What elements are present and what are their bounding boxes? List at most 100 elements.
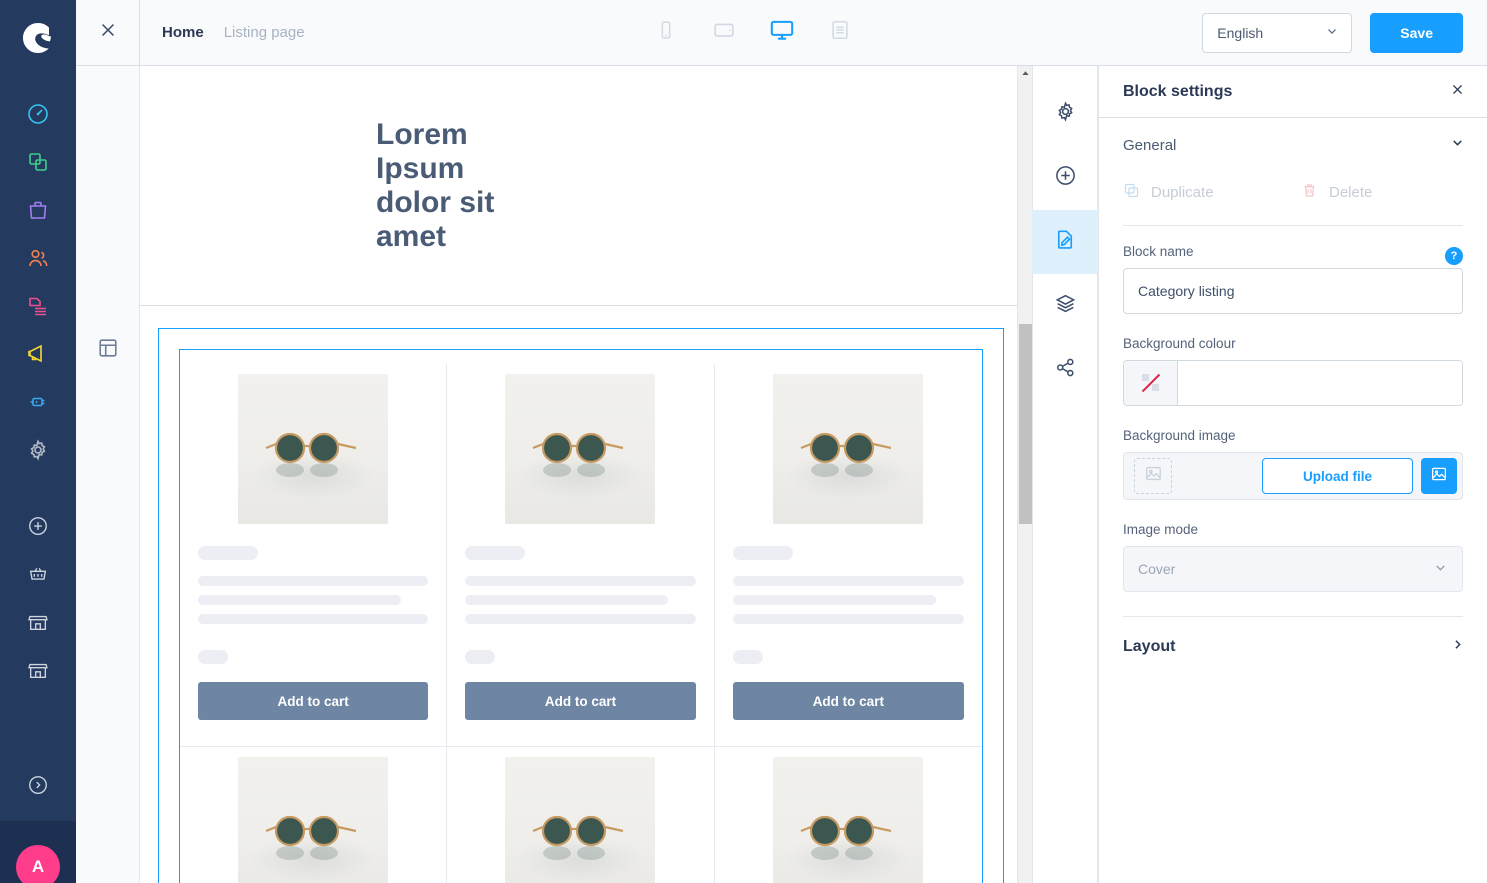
product-cell[interactable]: Add to cart bbox=[447, 747, 715, 883]
skeleton-price bbox=[732, 650, 763, 664]
chevron-down-icon[interactable] bbox=[1450, 135, 1465, 155]
image-mode-field: Image mode Cover bbox=[1123, 522, 1463, 592]
listing-section[interactable]: Add to cart Add to cart Add to cart bbox=[158, 328, 1004, 883]
block-name-label: Block name bbox=[1123, 244, 1194, 259]
close-icon[interactable] bbox=[1450, 82, 1465, 101]
category-listing-block[interactable]: Add to cart Add to cart Add to cart bbox=[179, 349, 983, 883]
save-button[interactable]: Save bbox=[1370, 12, 1463, 53]
image-placeholder bbox=[1134, 458, 1172, 494]
device-tablet-button[interactable] bbox=[706, 15, 742, 51]
help-icon[interactable]: ? bbox=[1445, 247, 1463, 265]
chevron-right-icon[interactable] bbox=[1450, 637, 1465, 657]
skeleton-price bbox=[465, 650, 496, 664]
rail-layers-button[interactable] bbox=[1032, 274, 1098, 338]
sidebar-item-catalogues[interactable] bbox=[0, 140, 76, 188]
sunglasses-image bbox=[238, 374, 389, 524]
sunglasses-image bbox=[505, 757, 656, 883]
layout-section-header[interactable]: Layout bbox=[1099, 617, 1487, 677]
upload-file-button[interactable]: Upload file bbox=[1261, 458, 1413, 494]
sidebar-item-storefront-1[interactable] bbox=[0, 600, 76, 648]
product-cell[interactable]: Add to cart bbox=[447, 364, 715, 746]
sidebar-item-customers[interactable] bbox=[0, 236, 76, 284]
product-card-5[interactable]: Add to cart bbox=[447, 747, 713, 883]
form-view-icon bbox=[829, 19, 851, 46]
page-canvas: Lorem Ipsum dolor sit amet Add to cart A… bbox=[140, 66, 1032, 883]
skeleton-line bbox=[732, 595, 937, 605]
dashboard-icon bbox=[26, 102, 50, 131]
scroll-up-button[interactable] bbox=[1018, 66, 1032, 82]
plus-circle-icon bbox=[27, 515, 49, 542]
image-mode-select[interactable]: Cover bbox=[1123, 546, 1463, 592]
rail-add-block-button[interactable] bbox=[1032, 146, 1098, 210]
user-menu[interactable]: A bbox=[0, 821, 76, 883]
plug-icon bbox=[26, 390, 50, 419]
sidebar-item-orders[interactable] bbox=[0, 188, 76, 236]
add-to-cart-button[interactable]: Add to cart bbox=[198, 682, 429, 720]
delete-label: Delete bbox=[1329, 184, 1373, 201]
product-card-1[interactable]: Add to cart bbox=[180, 364, 446, 736]
colour-swatch-none[interactable] bbox=[1124, 361, 1178, 405]
open-media-button[interactable] bbox=[1421, 458, 1457, 494]
background-colour-input[interactable] bbox=[1178, 361, 1462, 405]
device-form-button[interactable] bbox=[822, 15, 858, 51]
product-cell[interactable]: Add to cart bbox=[180, 364, 448, 746]
close-icon bbox=[98, 20, 118, 45]
sidebar-item-marketing[interactable] bbox=[0, 332, 76, 380]
sidebar-item-basket[interactable] bbox=[0, 552, 76, 600]
shopware-logo[interactable] bbox=[0, 0, 76, 76]
device-mobile-button[interactable] bbox=[648, 15, 684, 51]
duplicate-button[interactable]: Duplicate bbox=[1123, 182, 1283, 203]
sidebar-item-storefront-2[interactable] bbox=[0, 648, 76, 696]
breadcrumb-home[interactable]: Home bbox=[162, 24, 204, 41]
hero-section[interactable]: Lorem Ipsum dolor sit amet bbox=[140, 66, 1032, 306]
scrollbar-thumb[interactable] bbox=[1019, 324, 1032, 524]
sidebar-item-extensions[interactable] bbox=[0, 380, 76, 428]
skeleton-line bbox=[198, 614, 429, 624]
sidebar-item-settings[interactable] bbox=[0, 428, 76, 476]
section-layout-button[interactable] bbox=[88, 330, 128, 370]
language-select[interactable]: English bbox=[1202, 12, 1353, 53]
avatar[interactable]: A bbox=[16, 845, 60, 883]
sidebar-item-content[interactable] bbox=[0, 284, 76, 332]
product-cell[interactable]: Add to cart bbox=[715, 364, 982, 746]
gear-icon bbox=[1054, 100, 1077, 128]
share-icon bbox=[1054, 356, 1077, 384]
general-section-title: General bbox=[1123, 136, 1177, 154]
device-desktop-button[interactable] bbox=[764, 15, 800, 51]
skeleton-title bbox=[732, 546, 793, 560]
device-preview-group bbox=[305, 15, 1203, 51]
rail-share-button[interactable] bbox=[1032, 338, 1098, 402]
product-card-6[interactable]: Add to cart bbox=[715, 747, 982, 883]
product-card-3[interactable]: Add to cart bbox=[715, 364, 982, 736]
add-to-cart-button[interactable]: Add to cart bbox=[465, 682, 696, 720]
chevron-down-icon bbox=[1325, 24, 1339, 41]
customers-icon bbox=[26, 246, 50, 275]
sidebar-item-dashboard[interactable] bbox=[0, 92, 76, 140]
general-section-header[interactable]: General bbox=[1099, 118, 1487, 172]
product-cell[interactable]: Add to cart bbox=[180, 747, 448, 883]
layers-icon bbox=[1054, 292, 1077, 320]
canvas-scrollbar[interactable] bbox=[1017, 66, 1032, 883]
block-actions: Duplicate Delete bbox=[1123, 172, 1463, 225]
block-name-input[interactable] bbox=[1123, 268, 1463, 314]
breadcrumb-listing-page[interactable]: Listing page bbox=[224, 24, 305, 41]
app-root: A Home Listing page English Save Lorem I… bbox=[0, 0, 1487, 883]
delete-button[interactable]: Delete bbox=[1301, 182, 1372, 203]
product-cell[interactable]: Add to cart bbox=[715, 747, 982, 883]
sidebar-item-add[interactable] bbox=[0, 504, 76, 552]
storefront-icon bbox=[27, 659, 49, 686]
desktop-icon bbox=[769, 17, 795, 48]
sunglasses-image bbox=[773, 374, 924, 524]
tablet-icon bbox=[712, 18, 736, 47]
product-card-2[interactable]: Add to cart bbox=[447, 364, 713, 736]
rail-edit-block-button[interactable] bbox=[1032, 210, 1098, 274]
editor-body: Lorem Ipsum dolor sit amet Add to cart A… bbox=[76, 66, 1487, 883]
add-to-cart-button[interactable]: Add to cart bbox=[732, 682, 964, 720]
rail-settings-button[interactable] bbox=[1032, 82, 1098, 146]
close-editor-button[interactable] bbox=[76, 0, 140, 65]
skeleton-title bbox=[198, 546, 258, 560]
skeleton-line bbox=[198, 595, 401, 605]
product-card-4[interactable]: Add to cart bbox=[180, 747, 446, 883]
sidebar-expand-button[interactable] bbox=[0, 763, 76, 811]
skeleton-line bbox=[465, 614, 696, 624]
